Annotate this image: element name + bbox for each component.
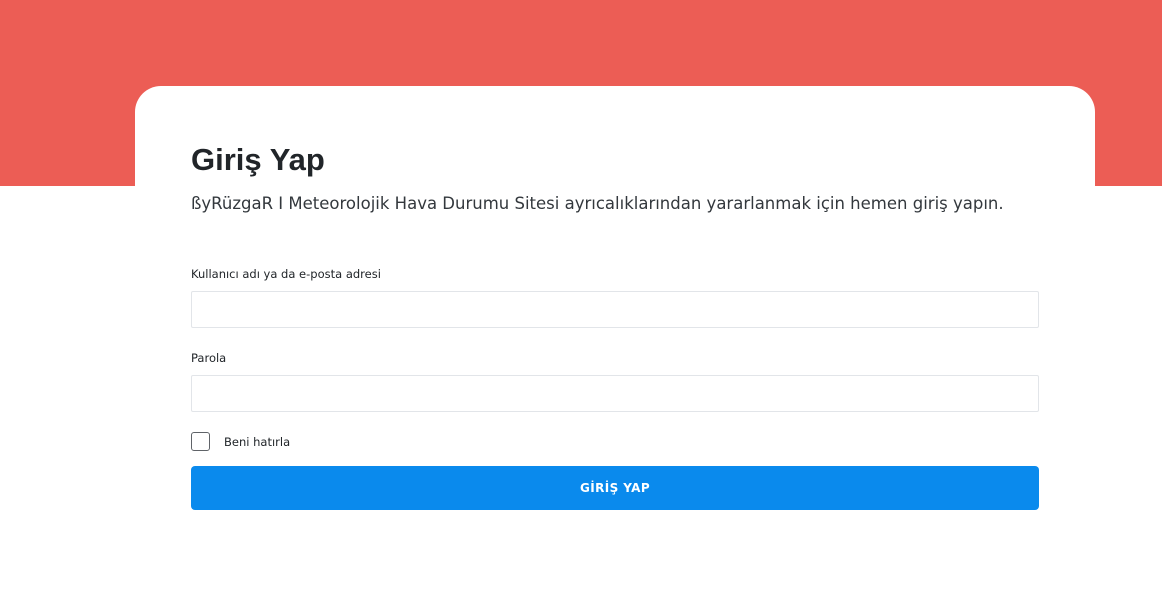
username-label: Kullanıcı adı ya da e-posta adresi (191, 267, 381, 281)
password-input[interactable] (191, 375, 1039, 412)
password-label: Parola (191, 351, 227, 365)
login-submit-button[interactable]: GİRİŞ YAP (191, 466, 1039, 510)
remember-me-checkbox[interactable] (191, 432, 210, 451)
page-title: Giriş Yap (191, 142, 325, 177)
page-subtitle: ßyRüzgaR I Meteorolojik Hava Durumu Site… (191, 194, 1004, 213)
remember-me-label[interactable]: Beni hatırla (224, 435, 290, 449)
remember-me-row: Beni hatırla (191, 432, 290, 451)
username-input[interactable] (191, 291, 1039, 328)
login-card: Giriş Yap ßyRüzgaR I Meteorolojik Hava D… (135, 86, 1095, 611)
